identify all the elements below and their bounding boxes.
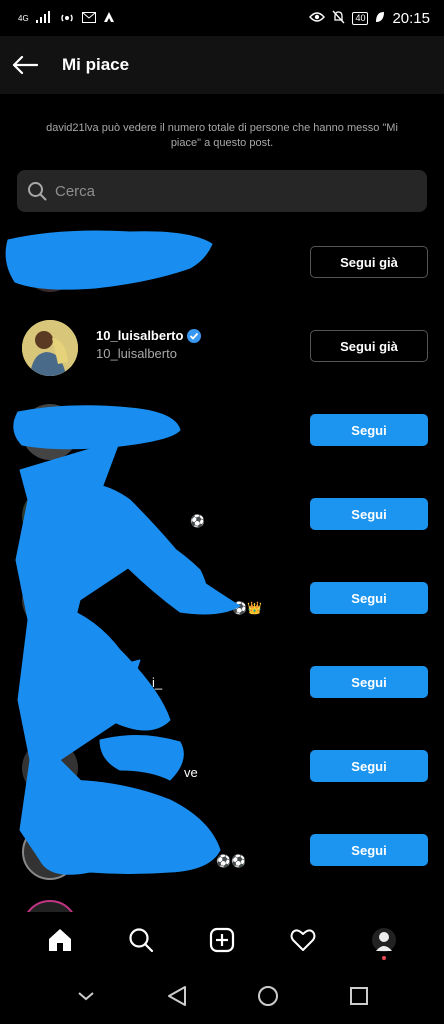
username[interactable]: 10_luisalberto xyxy=(96,328,183,343)
fullname: i_ xyxy=(152,675,163,690)
status-left: 4G xyxy=(18,10,115,27)
list-item[interactable]: Segui già xyxy=(0,230,444,314)
home-system-button[interactable] xyxy=(248,976,288,1016)
avatar[interactable] xyxy=(22,740,78,796)
page-title: Mi piace xyxy=(62,55,130,74)
follow-button[interactable]: Segui xyxy=(310,582,428,614)
system-nav-bar xyxy=(0,968,444,1024)
eye-icon xyxy=(309,11,326,26)
fullname: 10_luisalberto xyxy=(96,346,177,361)
network-label: 4G xyxy=(18,13,29,23)
bell-muted-icon xyxy=(332,10,345,27)
nav-home[interactable] xyxy=(38,918,82,962)
bio-emoji: ⚽⚽ xyxy=(216,854,246,868)
app-notification-icon xyxy=(103,11,115,26)
follow-button[interactable]: Segui xyxy=(310,414,428,446)
wifi-hotspot-icon xyxy=(59,10,75,27)
nav-profile[interactable] xyxy=(362,918,406,962)
list-item[interactable]: ve Segui xyxy=(0,734,444,818)
leaf-icon xyxy=(375,11,385,26)
list-item[interactable]: 10_luisalberto 10_luisalberto Segui già xyxy=(0,314,444,398)
user-names: 10_luisalberto 10_luisalberto xyxy=(96,328,202,361)
likes-screen: 4G 40 20:15 Mi piace david21lva può vede… xyxy=(0,0,444,1024)
collapse-button[interactable] xyxy=(66,976,106,1016)
triangle-back-icon xyxy=(167,986,186,1006)
bottom-nav xyxy=(0,912,444,968)
status-right: 40 20:15 xyxy=(309,10,430,27)
profile-avatar-icon xyxy=(371,928,396,952)
verified-badge-icon xyxy=(187,328,202,343)
back-button[interactable] xyxy=(0,36,50,94)
avatar[interactable] xyxy=(22,236,78,292)
nav-search[interactable] xyxy=(119,918,163,962)
nav-create[interactable] xyxy=(200,918,244,962)
list-item[interactable]: Segui xyxy=(0,398,444,482)
search-icon xyxy=(28,182,47,201)
bio-emoji: ⚽ xyxy=(190,514,205,528)
follow-button[interactable]: Segui xyxy=(310,834,428,866)
circle-home-icon xyxy=(257,986,278,1006)
fullname: ve xyxy=(184,765,198,780)
username-row: 10_luisalberto xyxy=(96,328,202,343)
notification-dot xyxy=(381,956,386,960)
status-bar: 4G 40 20:15 xyxy=(0,0,444,36)
heart-icon xyxy=(290,929,316,951)
list-item[interactable]: ⚽ Segui xyxy=(0,482,444,566)
arrow-left-icon xyxy=(12,55,38,75)
bio-emoji: ⚽👑 xyxy=(232,601,262,615)
avatar[interactable] xyxy=(22,572,78,628)
home-icon xyxy=(49,929,72,951)
search-icon xyxy=(129,928,154,953)
gmail-icon xyxy=(81,11,96,26)
square-recents-icon xyxy=(349,987,368,1005)
chevron-down-icon xyxy=(77,992,94,1001)
list-item[interactable]: i_ Segui xyxy=(0,650,444,734)
add-post-icon xyxy=(209,927,235,953)
follow-button[interactable]: Segui xyxy=(310,498,428,530)
following-button[interactable]: Segui già xyxy=(310,246,428,278)
avatar[interactable] xyxy=(22,824,78,880)
following-button[interactable]: Segui già xyxy=(310,330,428,362)
avatar[interactable] xyxy=(22,404,78,460)
profile-photo-icon xyxy=(22,320,78,376)
avatar[interactable] xyxy=(22,320,78,376)
back-system-button[interactable] xyxy=(157,976,197,1016)
clock: 20:15 xyxy=(392,9,430,27)
signal-icon xyxy=(35,10,52,26)
search-input[interactable] xyxy=(55,182,395,200)
follow-button[interactable]: Segui xyxy=(310,666,428,698)
avatar[interactable] xyxy=(22,656,78,712)
nav-activity[interactable] xyxy=(281,918,325,962)
battery-indicator: 40 xyxy=(352,11,369,25)
likes-info-text: david21lva può vedere il numero totale d… xyxy=(46,122,398,149)
app-header: Mi piace xyxy=(0,36,444,94)
follow-button[interactable]: Segui xyxy=(310,750,428,782)
list-item[interactable]: ⚽⚽ Segui xyxy=(0,818,444,902)
avatar[interactable] xyxy=(22,488,78,544)
search-box[interactable] xyxy=(17,170,427,212)
recents-system-button[interactable] xyxy=(339,976,379,1016)
list-item[interactable]: ⚽👑 Segui xyxy=(0,566,444,650)
